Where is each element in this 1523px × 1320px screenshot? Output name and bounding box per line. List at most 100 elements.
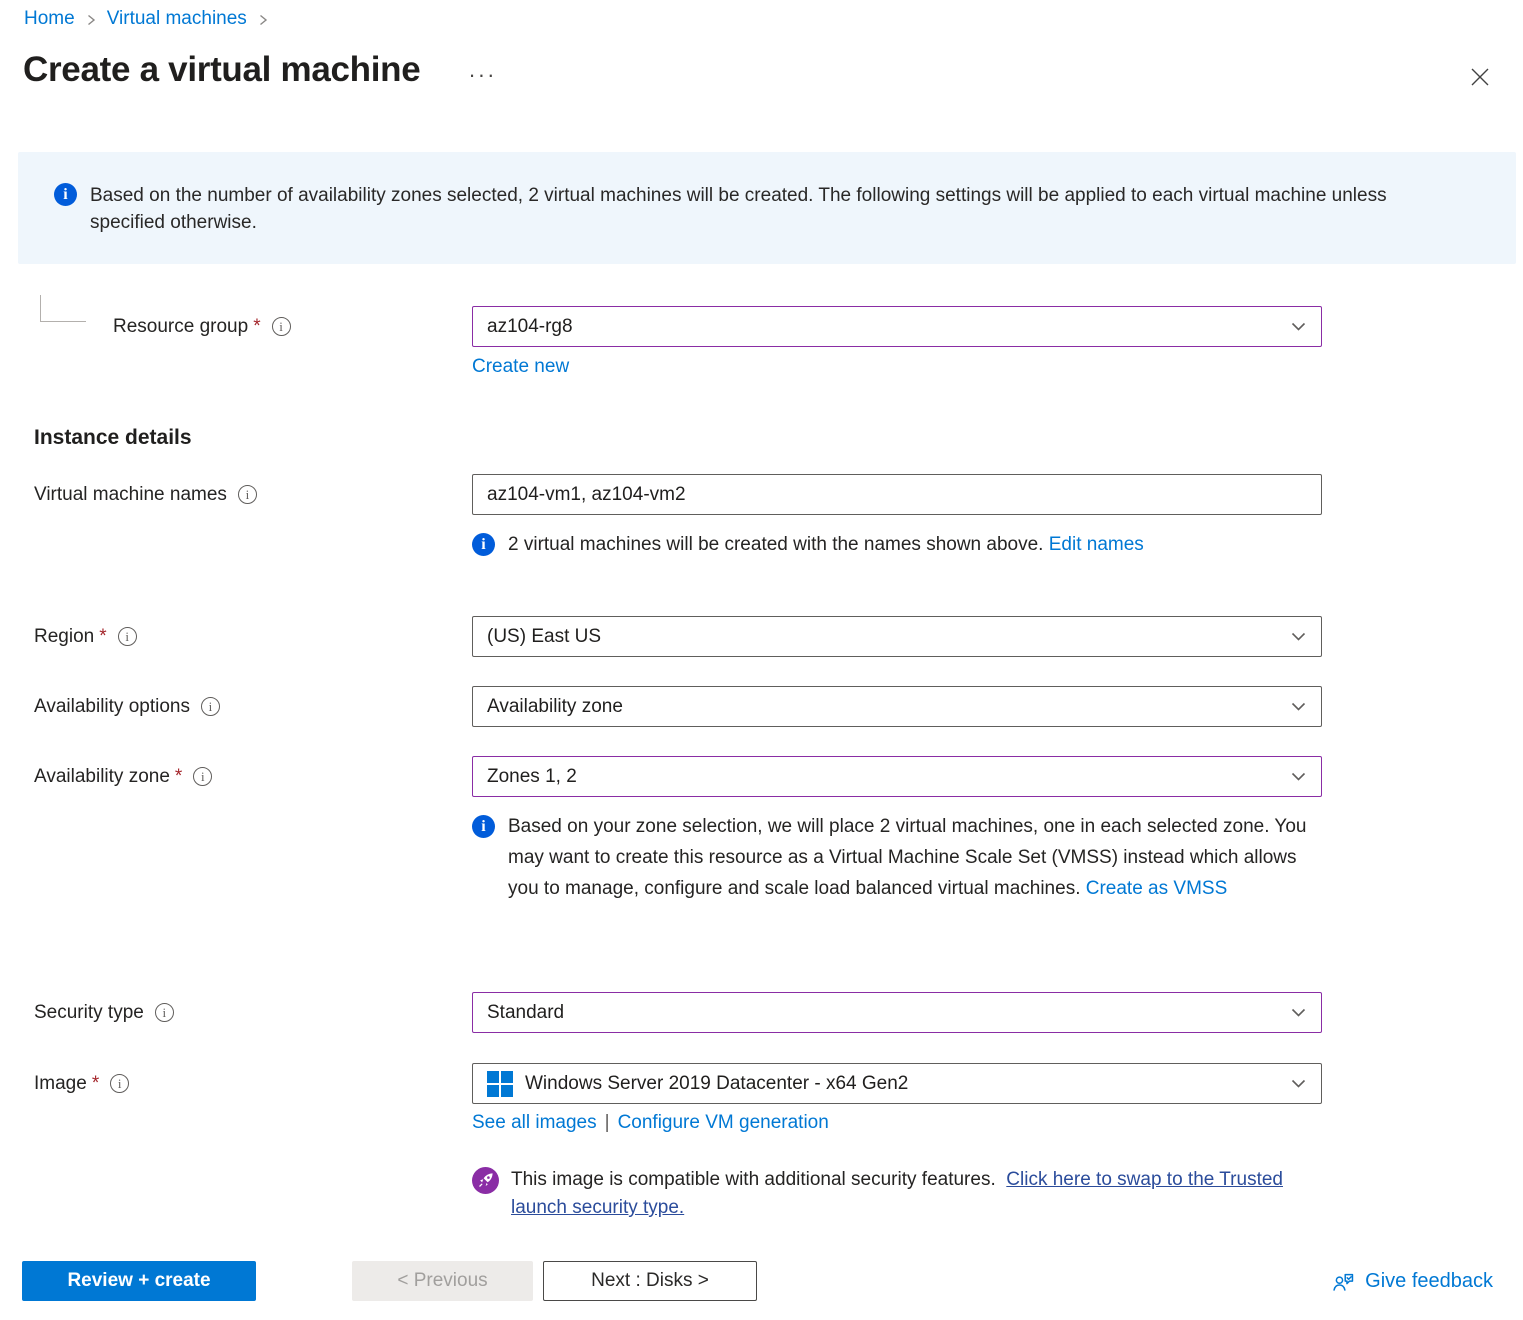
create-vm-page: Home Virtual machines Create a virtual m… xyxy=(0,0,1523,1320)
vm-names-row: Virtual machine names i i 2 virtual mach… xyxy=(34,474,1499,558)
availability-options-dropdown[interactable]: Availability zone xyxy=(472,686,1322,727)
more-menu-button[interactable]: ··· xyxy=(468,70,496,80)
availability-options-label-cell: Availability options i xyxy=(34,686,472,727)
info-icon[interactable]: i xyxy=(272,317,291,336)
required-marker: * xyxy=(253,316,260,338)
chevron-down-icon xyxy=(1290,698,1307,715)
region-row: Region * i (US) East US xyxy=(34,616,1499,657)
info-icon[interactable]: i xyxy=(193,767,212,786)
security-type-control-cell: Standard xyxy=(472,992,1322,1033)
availability-zone-control-cell: Zones 1, 2 i Based on your zone selectio… xyxy=(472,756,1322,904)
vm-names-note: i 2 virtual machines will be created wit… xyxy=(472,531,1322,558)
image-control-cell: Windows Server 2019 Datacenter - x64 Gen… xyxy=(472,1063,1322,1222)
previous-button[interactable]: < Previous xyxy=(352,1261,533,1301)
info-glyph: i xyxy=(63,186,67,204)
chevron-right-icon xyxy=(257,13,269,27)
security-type-label-cell: Security type i xyxy=(34,992,472,1033)
resource-group-control-cell: az104-rg8 Create new xyxy=(472,306,1322,378)
availability-zone-label: Availability zone xyxy=(34,766,170,788)
info-glyph: i xyxy=(481,531,485,558)
image-dropdown[interactable]: Windows Server 2019 Datacenter - x64 Gen… xyxy=(472,1063,1322,1104)
info-glyph: i xyxy=(125,629,129,645)
info-glyph: i xyxy=(163,1005,167,1021)
security-type-label: Security type xyxy=(34,1002,144,1024)
info-glyph: i xyxy=(246,487,250,503)
availability-zone-label-cell: Availability zone * i xyxy=(34,756,472,797)
info-banner: i Based on the number of availability zo… xyxy=(18,152,1516,264)
availability-options-control-cell: Availability zone xyxy=(472,686,1322,727)
info-glyph: i xyxy=(118,1076,122,1092)
review-create-button[interactable]: Review + create xyxy=(22,1261,256,1301)
resource-group-label-cell: Resource group * i xyxy=(34,306,472,347)
region-value: (US) East US xyxy=(487,626,1278,648)
info-icon[interactable]: i xyxy=(201,697,220,716)
availability-zone-row: Availability zone * i Zones 1, 2 i Based… xyxy=(34,756,1499,904)
image-row: Image * i Windows Server 2019 Datacenter… xyxy=(34,1063,1499,1222)
info-glyph: i xyxy=(201,769,205,785)
info-icon[interactable]: i xyxy=(155,1003,174,1022)
configure-vm-generation-link[interactable]: Configure VM generation xyxy=(618,1112,829,1133)
security-type-value: Standard xyxy=(487,1002,1278,1024)
info-icon: i xyxy=(472,533,495,556)
info-icon: i xyxy=(54,183,77,206)
footer-bar: Review + create < Previous Next : Disks … xyxy=(22,1261,1493,1301)
info-glyph: i xyxy=(279,319,283,335)
region-dropdown[interactable]: (US) East US xyxy=(472,616,1322,657)
page-title: Create a virtual machine xyxy=(23,50,420,90)
resource-group-dropdown[interactable]: az104-rg8 xyxy=(472,306,1322,347)
chevron-down-icon xyxy=(1290,628,1307,645)
chevron-down-icon xyxy=(1290,1004,1307,1021)
image-links: See all images | Configure VM generation xyxy=(472,1112,1322,1134)
availability-zone-note-text: Based on your zone selection, we will pl… xyxy=(508,811,1322,904)
edit-names-link[interactable]: Edit names xyxy=(1049,534,1144,555)
give-feedback-label: Give feedback xyxy=(1365,1270,1493,1293)
availability-zone-dropdown[interactable]: Zones 1, 2 xyxy=(472,756,1322,797)
info-icon[interactable]: i xyxy=(110,1074,129,1093)
availability-options-label: Availability options xyxy=(34,696,190,718)
see-all-images-link[interactable]: See all images xyxy=(472,1112,597,1133)
create-new-link[interactable]: Create new xyxy=(472,356,569,378)
required-marker: * xyxy=(99,626,106,648)
availability-zone-note: i Based on your zone selection, we will … xyxy=(472,811,1322,904)
vm-names-label: Virtual machine names xyxy=(34,484,227,506)
info-glyph: i xyxy=(481,811,485,842)
info-icon: i xyxy=(472,815,495,838)
required-marker: * xyxy=(92,1073,99,1095)
image-security-note-text: This image is compatible with additional… xyxy=(511,1166,1321,1222)
next-disks-button[interactable]: Next : Disks > xyxy=(543,1261,757,1301)
breadcrumb: Home Virtual machines xyxy=(24,8,279,30)
info-glyph: i xyxy=(209,699,213,715)
info-icon[interactable]: i xyxy=(238,485,257,504)
vm-names-input[interactable] xyxy=(472,474,1322,515)
availability-options-value: Availability zone xyxy=(487,696,1278,718)
section-title-instance-details: Instance details xyxy=(34,426,192,450)
close-icon[interactable] xyxy=(1465,62,1495,95)
image-label-cell: Image * i xyxy=(34,1063,472,1104)
region-label-cell: Region * i xyxy=(34,616,472,657)
resource-group-label: Resource group xyxy=(113,316,248,338)
give-feedback-link[interactable]: Give feedback xyxy=(1332,1269,1493,1294)
region-control-cell: (US) East US xyxy=(472,616,1322,657)
security-type-dropdown[interactable]: Standard xyxy=(472,992,1322,1033)
chevron-down-icon xyxy=(1290,1075,1307,1092)
breadcrumb-home[interactable]: Home xyxy=(24,8,75,30)
image-value: Windows Server 2019 Datacenter - x64 Gen… xyxy=(525,1073,1278,1095)
breadcrumb-virtual-machines[interactable]: Virtual machines xyxy=(107,8,247,30)
feedback-icon xyxy=(1332,1271,1355,1294)
link-separator: | xyxy=(605,1112,610,1133)
title-row: Create a virtual machine ··· xyxy=(23,50,496,90)
rocket-icon xyxy=(472,1167,499,1203)
image-label: Image xyxy=(34,1073,87,1095)
vm-names-note-text: 2 virtual machines will be created with … xyxy=(508,531,1144,558)
windows-logo-icon xyxy=(487,1071,513,1097)
chevron-down-icon xyxy=(1290,768,1307,785)
resource-group-row: Resource group * i az104-rg8 Create new xyxy=(34,306,1499,378)
chevron-right-icon xyxy=(85,13,97,27)
region-label: Region xyxy=(34,626,94,648)
banner-text: Based on the number of availability zone… xyxy=(90,182,1456,236)
availability-options-row: Availability options i Availability zone xyxy=(34,686,1499,727)
info-icon[interactable]: i xyxy=(118,627,137,646)
create-as-vmss-link[interactable]: Create as VMSS xyxy=(1086,878,1228,899)
security-type-row: Security type i Standard xyxy=(34,992,1499,1033)
vm-names-control-cell: i 2 virtual machines will be created wit… xyxy=(472,474,1322,558)
